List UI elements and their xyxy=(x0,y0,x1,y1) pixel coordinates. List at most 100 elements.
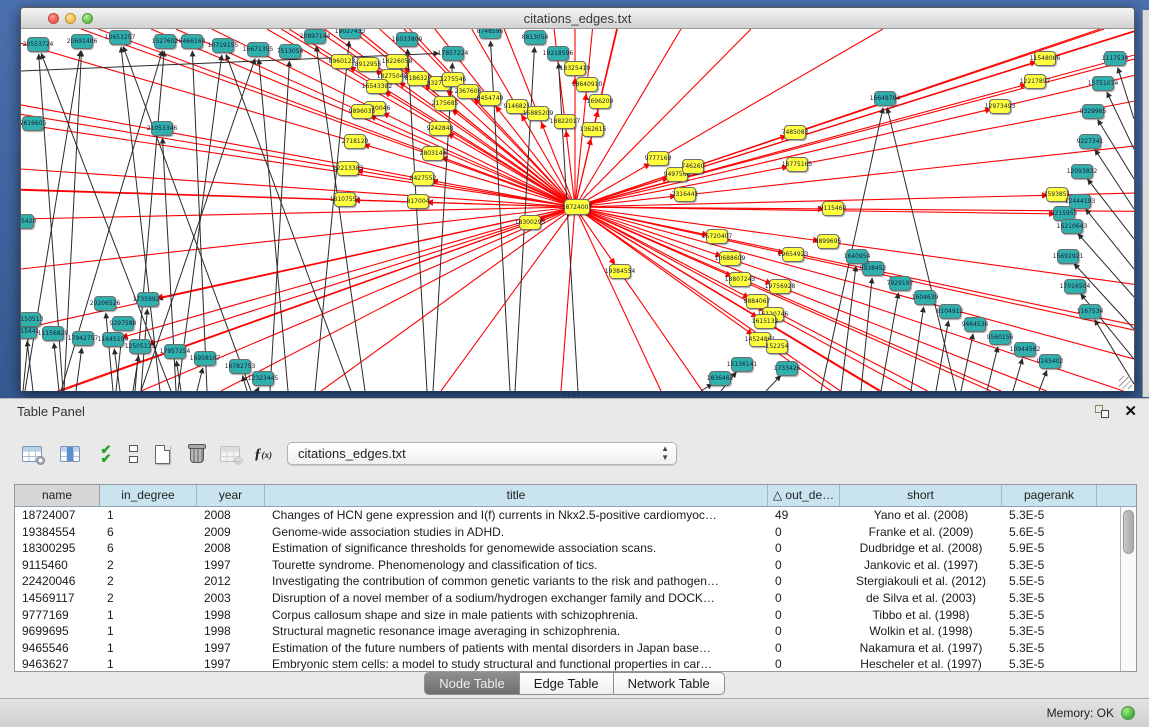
new-column-icon[interactable] xyxy=(147,439,177,469)
graph-node[interactable]: 19027433 xyxy=(339,29,361,39)
graph-node[interactable]: 12973493 xyxy=(989,99,1011,114)
graph-node[interactable]: 8748596 xyxy=(479,29,501,39)
graph-node[interactable]: 17016504 xyxy=(1064,279,1086,294)
table-scrollbar[interactable] xyxy=(1120,507,1136,672)
graph-node[interactable]: 17942757 xyxy=(72,331,94,346)
table-row[interactable]: 1938455462009Genome-wide association stu… xyxy=(15,524,1136,541)
graph-node[interactable]: 746260 xyxy=(682,159,704,174)
graph-node[interactable]: 9896035 xyxy=(351,104,373,119)
graph-node[interactable]: 1005420 xyxy=(21,214,34,229)
graph-node[interactable]: 16782753 xyxy=(229,359,251,374)
graph-node[interactable]: 7485083 xyxy=(784,125,806,140)
tab-node-table[interactable]: Node Table xyxy=(424,672,520,695)
graph-node[interactable]: 16543382 xyxy=(366,79,388,94)
graph-hub-node[interactable]: 18724007 xyxy=(564,199,590,215)
graph-node[interactable]: 1362615 xyxy=(582,122,604,137)
graph-node[interactable]: 2803144 xyxy=(422,146,444,161)
graph-node[interactable]: 15885209 xyxy=(527,106,549,121)
table-row[interactable]: 969969511998Structural magnetic resonanc… xyxy=(15,623,1136,640)
graph-node[interactable]: 20206526 xyxy=(94,296,116,311)
table-row[interactable]: 2242004622012Investigating the contribut… xyxy=(15,573,1136,590)
graph-node[interactable]: 1117534 xyxy=(1104,51,1126,66)
memory-status-indicator-icon[interactable] xyxy=(1121,706,1135,720)
graph-node[interactable]: 12505135 xyxy=(129,339,151,354)
graph-node[interactable]: 1615132 xyxy=(754,314,776,329)
float-panel-icon[interactable] xyxy=(1095,405,1109,418)
graph-node[interactable]: 10688609 xyxy=(719,251,741,266)
column-header-in_degree[interactable]: in_degree xyxy=(100,485,197,506)
graph-node[interactable]: 817004 xyxy=(407,194,429,209)
graph-node[interactable]: 16958107 xyxy=(194,351,216,366)
graph-node[interactable]: 18775165 xyxy=(786,157,808,172)
graph-node[interactable]: 17957254 xyxy=(164,344,186,359)
table-row[interactable]: 1872400712008Changes of HCN gene express… xyxy=(15,507,1136,524)
function-builder-icon[interactable]: ƒ(x) xyxy=(248,439,278,469)
graph-node[interactable]: 2616605 xyxy=(22,116,44,131)
delete-table-icon[interactable]: ✕ xyxy=(215,439,245,469)
graph-node[interactable]: 15136141 xyxy=(731,357,753,372)
graph-node[interactable]: 15751074 xyxy=(1092,76,1114,91)
graph-node[interactable]: 18226058 xyxy=(386,54,408,69)
graph-node[interactable]: 19218596 xyxy=(547,46,569,61)
graph-node[interactable]: 9227341 xyxy=(1079,134,1101,149)
graph-node[interactable]: 10653257 xyxy=(109,30,131,45)
graph-node[interactable]: 152254 xyxy=(766,339,788,354)
show-columns-icon[interactable] xyxy=(55,439,85,469)
graph-node[interactable]: 19756928 xyxy=(769,279,791,294)
column-header-out_de[interactable]: △ out_de… xyxy=(768,485,840,506)
graph-node[interactable]: 18300295 xyxy=(519,215,541,230)
graph-node[interactable]: 16033809 xyxy=(396,32,418,47)
table-row[interactable]: 1456911722003Disruption of a novel membe… xyxy=(15,590,1136,607)
graph-node[interactable]: 20691406 xyxy=(71,34,93,49)
graph-node[interactable]: 1604639 xyxy=(914,290,936,305)
network-canvas[interactable]: 8960123891295518226058182750481654338281… xyxy=(21,29,1134,391)
graph-node[interactable]: 21053346 xyxy=(151,121,173,136)
graph-node[interactable]: 1696209 xyxy=(589,94,611,109)
graph-node[interactable]: 1150513 xyxy=(21,312,41,327)
delete-column-icon[interactable] xyxy=(182,439,212,469)
graph-node[interactable]: 19654923 xyxy=(782,247,804,262)
graph-node[interactable]: 1836462 xyxy=(709,371,731,386)
graph-node[interactable]: 20553724 xyxy=(27,37,49,52)
graph-node[interactable]: 18325419 xyxy=(564,61,586,76)
network-window-titlebar[interactable]: citations_edges.txt xyxy=(21,8,1134,29)
graph-node[interactable]: 12444193 xyxy=(1069,194,1091,209)
column-header-title[interactable]: title xyxy=(265,485,768,506)
panel-splitter-handle[interactable] xyxy=(563,392,585,397)
tab-edge-table[interactable]: Edge Table xyxy=(520,672,614,695)
graph-node[interactable]: 11645194 xyxy=(102,332,124,347)
graph-node[interactable]: 12217897 xyxy=(1024,74,1046,89)
graph-node[interactable]: 15692921 xyxy=(1057,249,1079,264)
column-header-year[interactable]: year xyxy=(197,485,265,506)
graph-node[interactable]: 18107551 xyxy=(334,192,356,207)
table-row[interactable]: 946362711997Embryonic stem cells: a mode… xyxy=(15,656,1136,672)
graph-node[interactable]: 7513054 xyxy=(279,44,301,59)
table-row[interactable]: 911546021997Tourette syndrome. Phenomeno… xyxy=(15,557,1136,574)
graph-node[interactable]: 15720407 xyxy=(706,229,728,244)
graph-node[interactable]: 9245402 xyxy=(1039,354,1061,369)
select-columns-icon[interactable]: ✔✔ xyxy=(90,439,120,469)
graph-node[interactable]: 16671355 xyxy=(247,42,269,57)
graph-node[interactable]: 17857224 xyxy=(442,46,464,61)
graph-node[interactable]: 8813054 xyxy=(524,30,546,45)
graph-node[interactable]: 2316441 xyxy=(674,187,696,202)
graph-node[interactable]: 9115460 xyxy=(822,201,844,216)
graph-node[interactable]: 1167534 xyxy=(1079,304,1101,319)
graph-node[interactable]: 2175685 xyxy=(434,96,456,111)
close-panel-icon[interactable]: ✕ xyxy=(1124,402,1137,420)
table-row[interactable]: 977716911998Corpus callosum shape and si… xyxy=(15,607,1136,624)
graph-node[interactable]: 18822017 xyxy=(554,114,576,129)
graph-node[interactable]: 9329965 xyxy=(1082,104,1104,119)
graph-node[interactable]: 16210643 xyxy=(1061,219,1083,234)
graph-node[interactable]: 10719155 xyxy=(212,38,234,53)
table-row[interactable]: 946554611997Estimation of the future num… xyxy=(15,640,1136,657)
graph-node[interactable]: 2718120 xyxy=(344,134,366,149)
graph-node[interactable]: 12213383 xyxy=(337,161,359,176)
graph-node[interactable]: 9242848 xyxy=(429,121,451,136)
graph-node[interactable]: 18807243 xyxy=(729,272,751,287)
graph-node[interactable]: 10944562 xyxy=(1014,342,1036,357)
column-header-name[interactable]: name xyxy=(15,485,100,506)
graph-node[interactable]: 8454749 xyxy=(479,91,501,106)
column-header-short[interactable]: short xyxy=(840,485,1002,506)
graph-node[interactable]: 11156829 xyxy=(42,326,64,341)
